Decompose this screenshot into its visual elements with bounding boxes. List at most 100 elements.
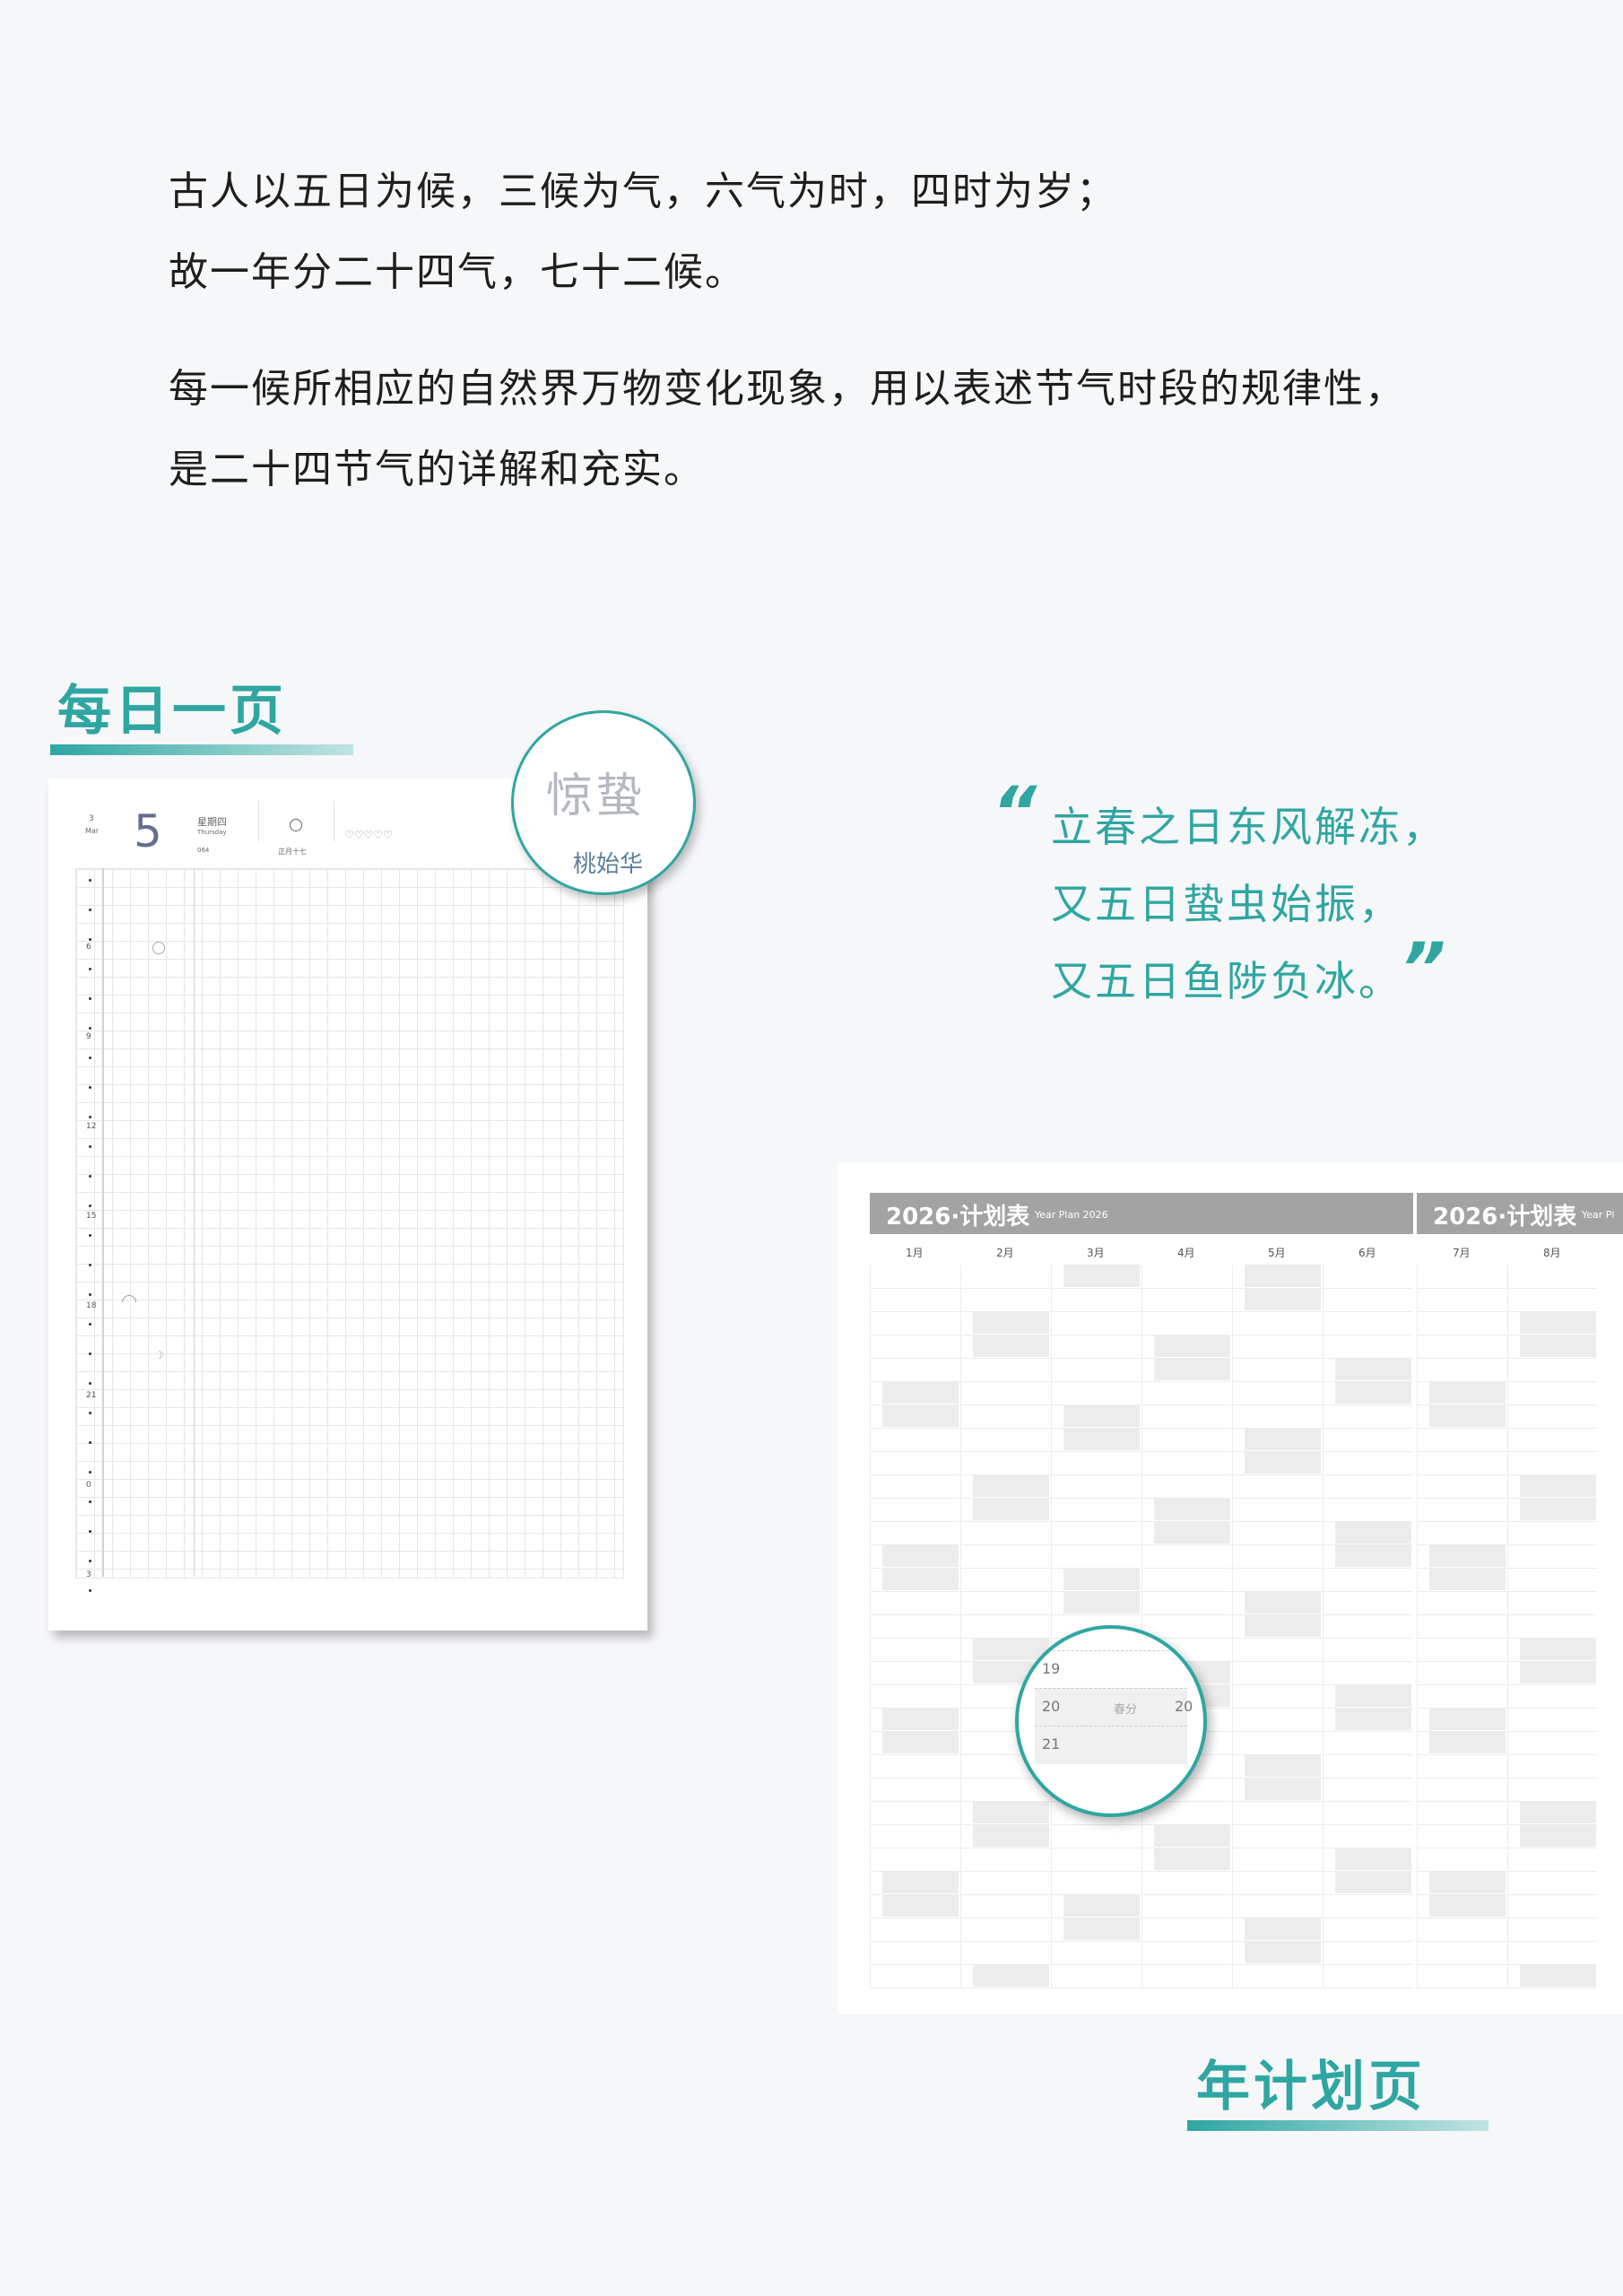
day-cell[interactable] — [870, 1311, 959, 1335]
day-cell[interactable] — [1417, 1941, 1506, 1965]
day-cell[interactable] — [1232, 1335, 1322, 1359]
day-cell[interactable] — [1323, 1894, 1412, 1918]
day-cell[interactable] — [960, 1591, 1050, 1615]
day-cell[interactable] — [1232, 1684, 1322, 1709]
day-cell[interactable] — [1417, 1428, 1506, 1452]
day-cell[interactable] — [1417, 1358, 1506, 1382]
day-cell[interactable] — [1507, 1405, 1597, 1429]
day-cell[interactable] — [1051, 1964, 1141, 1988]
day-cell[interactable] — [1051, 1288, 1141, 1312]
day-cell[interactable] — [1507, 1941, 1597, 1965]
day-cell[interactable] — [1507, 1521, 1597, 1545]
day-cell[interactable] — [1507, 1381, 1597, 1405]
day-cell[interactable] — [1417, 1591, 1506, 1615]
day-cell[interactable] — [1051, 1474, 1141, 1499]
day-cell[interactable] — [870, 1638, 959, 1662]
day-cell[interactable] — [1323, 1568, 1412, 1592]
day-cell[interactable] — [1141, 1451, 1231, 1475]
day-cell[interactable] — [870, 1521, 959, 1545]
day-cell[interactable] — [1141, 1311, 1231, 1335]
day-cell[interactable] — [1323, 1731, 1412, 1755]
day-cell[interactable] — [1417, 1918, 1506, 1942]
day-cell[interactable] — [960, 1381, 1050, 1405]
day-cell[interactable] — [1232, 1638, 1322, 1662]
day-cell[interactable] — [1323, 1335, 1412, 1359]
day-cell[interactable] — [1417, 1754, 1506, 1779]
day-cell[interactable] — [1417, 1684, 1506, 1709]
day-cell[interactable] — [1323, 1265, 1412, 1289]
day-cell[interactable] — [1051, 1498, 1141, 1522]
day-cell[interactable] — [960, 1521, 1050, 1545]
day-cell[interactable] — [870, 1778, 959, 1802]
day-cell[interactable] — [1323, 1451, 1412, 1475]
day-cell[interactable] — [1232, 1661, 1322, 1685]
day-cell[interactable] — [1507, 1708, 1597, 1732]
day-cell[interactable] — [1417, 1474, 1506, 1499]
day-cell[interactable] — [1323, 1498, 1412, 1522]
day-cell[interactable] — [1232, 1358, 1322, 1382]
day-cell[interactable] — [1507, 1894, 1597, 1918]
day-cell[interactable] — [960, 1871, 1050, 1895]
day-cell[interactable] — [1232, 1568, 1322, 1592]
day-cell[interactable] — [870, 1335, 959, 1359]
day-cell[interactable] — [1507, 1591, 1597, 1615]
day-cell[interactable] — [1417, 1311, 1506, 1335]
day-cell[interactable] — [870, 1848, 959, 1872]
day-cell[interactable] — [870, 1918, 959, 1942]
day-cell[interactable] — [1417, 1451, 1506, 1475]
day-cell[interactable] — [870, 1754, 959, 1779]
day-cell[interactable] — [1507, 1871, 1597, 1895]
day-cell[interactable] — [1232, 1311, 1322, 1335]
day-cell[interactable] — [1323, 1801, 1412, 1825]
day-cell[interactable] — [1507, 1568, 1597, 1592]
day-cell[interactable] — [1232, 1964, 1322, 1988]
day-cell[interactable] — [1323, 1661, 1412, 1685]
day-cell[interactable] — [1507, 1614, 1597, 1639]
day-cell[interactable] — [1141, 1918, 1231, 1942]
day-cell[interactable] — [1232, 1848, 1322, 1872]
day-cell[interactable] — [1507, 1918, 1597, 1942]
day-cell[interactable] — [1417, 1638, 1506, 1662]
day-cell[interactable] — [1323, 1754, 1412, 1779]
day-cell[interactable] — [870, 1661, 959, 1685]
day-cell[interactable] — [1323, 1591, 1412, 1615]
day-cell[interactable] — [870, 1451, 959, 1475]
day-cell[interactable] — [1507, 1288, 1597, 1312]
day-cell[interactable] — [1323, 1288, 1412, 1312]
day-cell[interactable] — [1232, 1521, 1322, 1545]
day-cell[interactable] — [870, 1591, 959, 1615]
day-cell[interactable] — [1417, 1778, 1506, 1802]
day-cell[interactable] — [1417, 1661, 1506, 1685]
day-cell[interactable] — [1507, 1428, 1597, 1452]
day-cell[interactable] — [870, 1824, 959, 1848]
day-cell[interactable] — [1417, 1801, 1506, 1825]
day-cell[interactable] — [1417, 1848, 1506, 1872]
day-cell[interactable] — [1051, 1335, 1141, 1359]
day-cell[interactable] — [1141, 1544, 1231, 1569]
day-cell[interactable] — [870, 1801, 959, 1825]
day-cell[interactable] — [960, 1428, 1050, 1452]
day-cell[interactable] — [870, 1358, 959, 1382]
day-cell[interactable] — [1141, 1405, 1231, 1429]
day-cell[interactable] — [1323, 1964, 1412, 1988]
day-cell[interactable] — [960, 1405, 1050, 1429]
day-cell[interactable] — [1232, 1894, 1322, 1918]
day-cell[interactable] — [960, 1614, 1050, 1639]
day-cell[interactable] — [1051, 1848, 1141, 1872]
day-cell[interactable] — [1507, 1778, 1597, 1802]
day-cell[interactable] — [870, 1498, 959, 1522]
day-cell[interactable] — [870, 1428, 959, 1452]
day-cell[interactable] — [1417, 1614, 1506, 1639]
day-cell[interactable] — [1141, 1265, 1231, 1289]
day-cell[interactable] — [960, 1894, 1050, 1918]
day-cell[interactable] — [1051, 1941, 1141, 1965]
day-cell[interactable] — [1232, 1801, 1322, 1825]
day-cell[interactable] — [1141, 1871, 1231, 1895]
day-cell[interactable] — [960, 1568, 1050, 1592]
day-cell[interactable] — [1507, 1731, 1597, 1755]
day-cell[interactable] — [1141, 1591, 1231, 1615]
day-cell[interactable] — [1051, 1521, 1141, 1545]
day-cell[interactable] — [1141, 1894, 1231, 1918]
day-cell[interactable] — [960, 1544, 1050, 1569]
day-cell[interactable] — [1232, 1474, 1322, 1499]
